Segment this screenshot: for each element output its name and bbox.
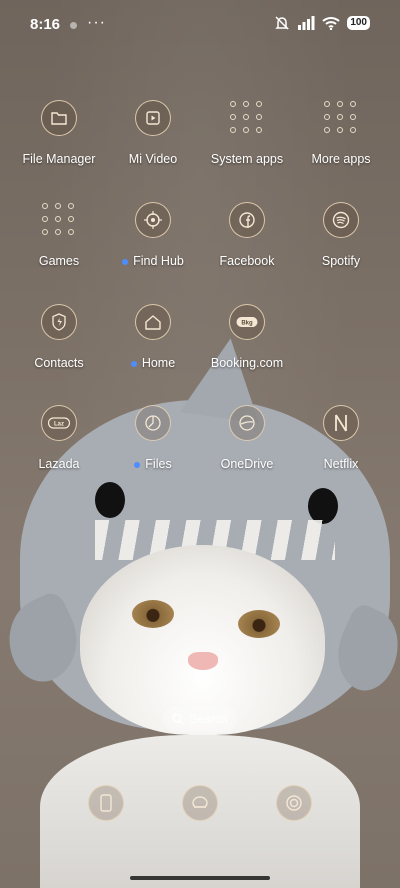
new-badge-dot [134,461,141,468]
new-badge-dot [122,258,129,265]
app-spotify[interactable]: Spotify [291,202,391,282]
search-label: Search [189,712,228,726]
more-notifications-icon: ··· [87,14,106,31]
app-files[interactable]: Files [103,405,203,485]
phone-icon [100,794,112,812]
app-booking[interactable]: Bkg Booking.com [197,304,297,384]
booking-icon: Bkg [229,304,265,340]
app-label: More apps [311,152,371,166]
camera-icon [286,795,302,811]
app-file-manager[interactable]: File Manager [9,100,109,180]
app-contacts[interactable]: Contacts [9,304,109,384]
battery-icon: 100 [347,16,370,30]
status-icons: 100 [274,15,370,31]
app-lazada[interactable]: Laz Lazada [9,405,109,485]
cat-eye-right [238,610,280,638]
app-label: Netflix [323,457,359,471]
app-folder-icon [229,100,263,134]
home-indicator[interactable] [130,876,270,880]
folder-games[interactable]: Games [9,202,109,282]
app-home[interactable]: Home [103,304,203,384]
dock-camera[interactable] [276,785,312,821]
folder-more-apps[interactable]: More apps [291,100,391,180]
signal-icon [298,16,315,30]
contacts-icon [41,304,77,340]
mute-icon [275,16,290,30]
app-label: Spotify [321,254,361,268]
cat-nose [188,652,218,670]
lazada-icon: Laz [41,405,77,441]
facebook-icon [229,202,265,238]
messages-icon [192,796,208,808]
files-icon [135,405,171,441]
video-icon [135,100,171,136]
cat-eye-left [132,600,174,628]
dock-messages[interactable] [182,785,218,821]
app-onedrive[interactable]: OneDrive [197,405,297,485]
status-bar: 8:16 ··· 100 [0,0,400,50]
home-icon [135,304,171,340]
status-time: 8:16 [30,16,61,33]
home-search-button[interactable]: Search [163,706,237,732]
app-netflix[interactable]: Netflix [291,405,391,485]
shark-eye-right [308,488,338,524]
target-icon [135,202,171,238]
app-label: Booking.com [210,356,284,370]
app-find-hub[interactable]: Find Hub [103,202,203,282]
app-mi-video[interactable]: Mi Video [103,100,203,180]
search-icon [172,713,185,725]
onedrive-icon [229,405,265,441]
netflix-icon [323,405,359,441]
wifi-icon [322,17,340,30]
svg-text:Laz: Laz [54,422,64,428]
spotify-icon [323,202,359,238]
dock-phone[interactable] [88,785,124,821]
app-facebook[interactable]: Facebook [197,202,297,282]
app-folder-icon [323,100,357,134]
shark-eye-left [95,482,125,518]
folder-system-apps[interactable]: System apps [197,100,297,180]
svg-text:Bkg: Bkg [241,321,253,327]
app-folder-icon [41,202,75,236]
notification-dot-icon [70,22,77,29]
new-badge-dot [130,360,137,367]
folder-icon [41,100,77,136]
